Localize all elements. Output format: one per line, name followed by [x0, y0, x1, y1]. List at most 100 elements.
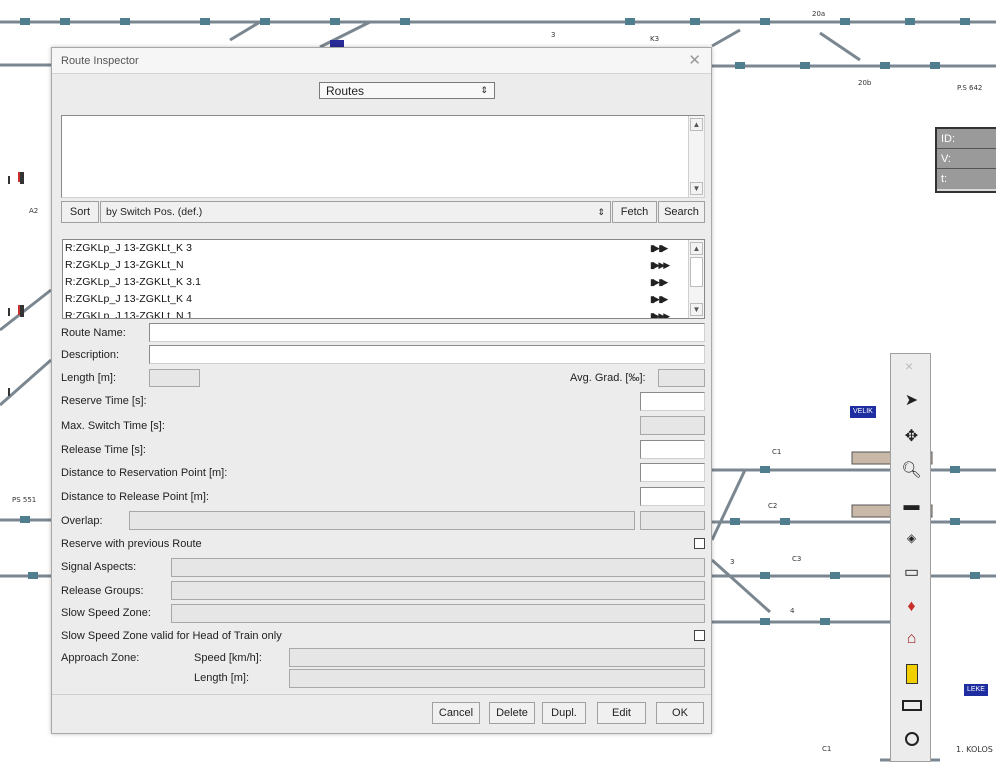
- dialog-title: Route Inspector: [61, 55, 139, 67]
- map-label: P.S 642: [957, 84, 983, 92]
- release-time-label: Release Time [s]:: [61, 444, 146, 456]
- close-icon[interactable]: ×: [905, 358, 913, 374]
- route-status-icon: ▮▶ ▶▶: [650, 260, 670, 270]
- map-label: 20a: [812, 10, 826, 18]
- info-v: V:: [937, 149, 996, 169]
- map-label: PS 551: [12, 496, 37, 504]
- scroll-down-icon[interactable]: ▼: [690, 182, 703, 195]
- max-switch-time-field: [640, 416, 705, 435]
- approach-zone-label: Approach Zone:: [61, 652, 140, 664]
- release-groups-field[interactable]: [171, 581, 705, 600]
- dist-reservation-field[interactable]: [640, 463, 705, 482]
- close-icon[interactable]: ✕: [688, 51, 701, 69]
- map-label: 3: [730, 558, 735, 566]
- fetch-button[interactable]: Fetch: [612, 201, 657, 223]
- scrollbar[interactable]: ▲ ▼: [688, 116, 704, 197]
- search-button[interactable]: Search: [658, 201, 705, 223]
- element-info-box: ID: V: t:: [935, 127, 996, 193]
- signal-aspects-field[interactable]: [171, 558, 705, 577]
- route-name-field[interactable]: [149, 323, 705, 342]
- length-label: Length [m]:: [61, 372, 117, 384]
- list-item[interactable]: R:ZGKLp_J 13-ZGKLt_K 3.1 ▮▶ ▮▶: [63, 274, 704, 291]
- select-arrow-icon[interactable]: ➤: [895, 386, 928, 415]
- zoom-icon[interactable]: 🔍︎: [895, 456, 928, 485]
- route-inspector-dialog: Route Inspector ✕ Routes ⇕ ▲ ▼ Sort by S…: [51, 47, 712, 734]
- scroll-thumb[interactable]: [690, 257, 703, 287]
- tool-palette: × ➤ ✥ 🔍︎ ▬ ◈ ▭ ♦ ⌂: [890, 353, 931, 762]
- map-label: 20b: [858, 79, 872, 87]
- move-icon[interactable]: ✥: [895, 422, 928, 451]
- duplicate-button[interactable]: Dupl.: [542, 702, 586, 724]
- approach-length-label: Length [m]:: [194, 672, 250, 684]
- station-label: LEKE: [964, 684, 988, 696]
- dist-release-label: Distance to Release Point [m]:: [61, 491, 209, 503]
- approach-length-field[interactable]: [289, 669, 705, 688]
- list-item[interactable]: R:ZGKLp_J 13-ZGKLt_K 3 ▮▶ ▮▶: [63, 240, 704, 257]
- overlap-value-field[interactable]: [640, 511, 705, 530]
- circle-icon[interactable]: [895, 724, 928, 753]
- signal-aspects-label: Signal Aspects:: [61, 561, 137, 573]
- list-item[interactable]: R:ZGKLp_J 13-ZGKLt_K 4 ▮▶ ▮▶: [63, 291, 704, 308]
- map-label: 3: [551, 31, 556, 39]
- route-list[interactable]: R:ZGKLp_J 13-ZGKLt_K 3 ▮▶ ▮▶ R:ZGKLp_J 13…: [62, 239, 705, 319]
- slow-speed-head-checkbox[interactable]: [694, 630, 705, 641]
- signal-icon[interactable]: ♦: [895, 592, 928, 621]
- info-id: ID:: [937, 129, 996, 149]
- divider: [52, 694, 711, 695]
- speed-label: Speed [km/h]:: [194, 652, 262, 664]
- reserve-time-label: Reserve Time [s]:: [61, 395, 147, 407]
- list-item[interactable]: R:ZGKLp_J 13-ZGKLt_N ▮▶ ▶▶: [63, 257, 704, 274]
- scrollbar[interactable]: ▲ ▼: [688, 240, 704, 318]
- map-label: 1. KOLOS: [956, 745, 993, 754]
- avg-grad-field: [658, 369, 705, 387]
- approach-speed-field[interactable]: [289, 648, 705, 667]
- platform-icon[interactable]: [895, 659, 928, 688]
- slow-speed-head-label: Slow Speed Zone valid for Head of Train …: [61, 630, 282, 642]
- slow-speed-zone-field[interactable]: [171, 604, 705, 623]
- route-status-icon: ▮▶ ▮▶: [650, 277, 668, 287]
- reserve-prev-checkbox[interactable]: [694, 538, 705, 549]
- map-label: K3: [650, 35, 660, 43]
- updown-arrow-icon: ⇕: [480, 85, 488, 95]
- ok-button[interactable]: OK: [656, 702, 704, 724]
- slow-speed-zone-label: Slow Speed Zone:: [61, 607, 151, 619]
- sort-button[interactable]: Sort: [61, 201, 99, 223]
- description-field[interactable]: [149, 345, 705, 364]
- route-status-icon: ▮▶ ▶▶: [650, 311, 670, 319]
- list-item[interactable]: R:ZGKLp_J 13-ZGKLt_N 1 ▮▶ ▶▶: [63, 308, 704, 319]
- dist-release-field[interactable]: [640, 487, 705, 506]
- edit-button[interactable]: Edit: [597, 702, 646, 724]
- reserve-prev-label: Reserve with previous Route: [61, 538, 202, 550]
- station-label: VELIK: [850, 406, 876, 418]
- max-switch-time-label: Max. Switch Time [s]:: [61, 420, 165, 432]
- sort-mode-select[interactable]: by Switch Pos. (def.) ⇕: [100, 201, 611, 223]
- dialog-titlebar[interactable]: Route Inspector ✕: [52, 48, 711, 74]
- overlap-label: Overlap:: [61, 515, 103, 527]
- view-select[interactable]: Routes ⇕: [319, 82, 495, 99]
- avg-grad-label: Avg. Grad. [‰]:: [570, 372, 646, 384]
- overlap-field[interactable]: [129, 511, 635, 530]
- station-icon[interactable]: ⌂: [895, 624, 928, 653]
- updown-arrow-icon: ⇕: [597, 207, 605, 217]
- release-time-field[interactable]: [640, 440, 705, 459]
- map-label: A2: [29, 207, 39, 215]
- map-label: 4: [790, 607, 795, 615]
- scroll-up-icon[interactable]: ▲: [690, 242, 703, 255]
- scroll-down-icon[interactable]: ▼: [690, 303, 703, 316]
- route-status-icon: ▮▶ ▮▶: [650, 294, 668, 304]
- track-segment-icon[interactable]: ▬: [895, 491, 928, 520]
- cancel-button[interactable]: Cancel: [432, 702, 480, 724]
- delete-button[interactable]: Delete: [489, 702, 535, 724]
- filter-textarea[interactable]: ▲ ▼: [61, 115, 705, 198]
- track-end-icon[interactable]: ▭: [895, 558, 928, 587]
- switch-icon[interactable]: ◈: [895, 524, 928, 553]
- dist-reservation-label: Distance to Reservation Point [m]:: [61, 467, 228, 479]
- rectangle-icon[interactable]: [895, 691, 928, 720]
- length-field: [149, 369, 200, 387]
- map-label: C1: [822, 745, 832, 753]
- reserve-time-field[interactable]: [640, 392, 705, 411]
- description-label: Description:: [61, 349, 120, 361]
- info-t: t:: [937, 169, 996, 189]
- route-status-icon: ▮▶ ▮▶: [650, 243, 668, 253]
- scroll-up-icon[interactable]: ▲: [690, 118, 703, 131]
